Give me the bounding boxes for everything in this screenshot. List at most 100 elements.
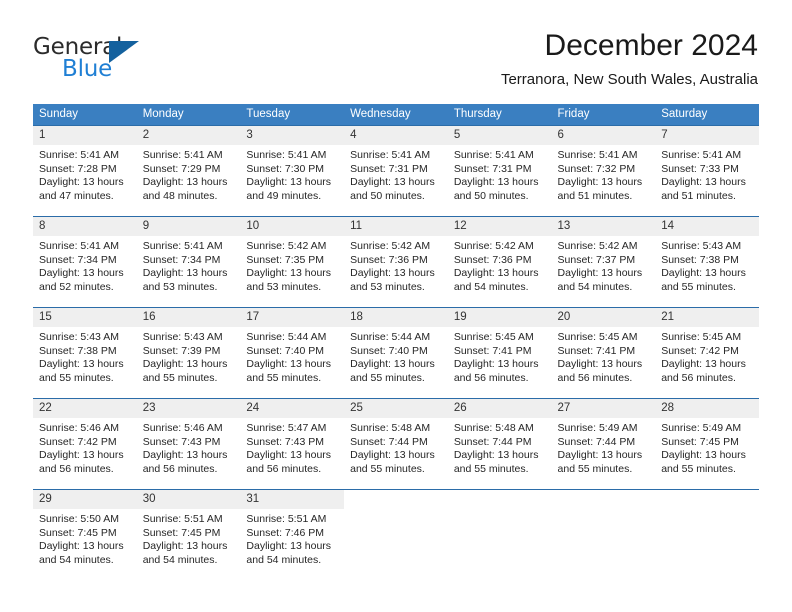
day-cell-inner: 15 Sunrise: 5:43 AM Sunset: 7:38 PM Dayligh…	[33, 308, 137, 398]
day-details: Sunrise: 5:44 AM Sunset: 7:40 PM Daylight:…	[344, 327, 448, 385]
sunrise-text: Sunrise: 5:44 AM	[350, 331, 431, 343]
calendar-day-cell[interactable]: 30 Sunrise: 5:51 AM Sunset: 7:45 PM Dayligh…	[136, 489, 241, 580]
calendar-day-cell[interactable]: 2 Sunrise: 5:41 AM Sunset: 7:29 PM Daylight…	[136, 125, 241, 217]
sunset-text: Sunset: 7:36 PM	[453, 253, 532, 266]
sunset-text: Sunset: 7:38 PM	[39, 344, 117, 357]
calendar-day-cell[interactable]: 14 Sunrise: 5:43 AM Sunset: 7:38 PM Dayligh…	[655, 216, 759, 308]
calendar-day-cell[interactable]: 28 Sunrise: 5:49 AM Sunset: 7:45 PM Dayligh…	[655, 398, 759, 490]
day-number: 17	[240, 308, 345, 327]
calendar-day-cell[interactable]: 20 Sunrise: 5:45 AM Sunset: 7:41 PM Dayligh…	[551, 307, 656, 399]
daylight-text: and 56 minutes.	[453, 371, 529, 384]
daylight-text: Daylight: 13 hours	[350, 358, 435, 371]
day-cell-inner: 22 Sunrise: 5:46 AM Sunset: 7:42 PM Dayligh…	[33, 399, 137, 489]
calendar-day-cell[interactable]: 23 Sunrise: 5:46 AM Sunset: 7:43 PM Dayligh…	[136, 398, 241, 490]
calendar-day-cell[interactable]: 26 Sunrise: 5:48 AM Sunset: 7:44 PM Dayligh…	[447, 398, 552, 490]
daylight-text: and 50 minutes.	[453, 189, 529, 202]
sunrise-text: Sunrise: 5:41 AM	[350, 149, 431, 161]
daylight-text: and 54 minutes.	[557, 280, 633, 293]
day-cell-inner: 14 Sunrise: 5:43 AM Sunset: 7:38 PM Dayligh…	[655, 217, 759, 307]
sunrise-text: Sunrise: 5:45 AM	[453, 331, 534, 343]
sunset-text: Sunset: 7:28 PM	[39, 162, 117, 175]
daylight-text: Daylight: 13 hours	[39, 540, 124, 553]
sunrise-text: Sunrise: 5:50 AM	[39, 513, 119, 525]
calendar-day-cell[interactable]: 13 Sunrise: 5:42 AM Sunset: 7:37 PM Dayligh…	[551, 216, 656, 308]
calendar-day-cell[interactable]: 17 Sunrise: 5:44 AM Sunset: 7:40 PM Dayligh…	[240, 307, 345, 399]
calendar-day-cell[interactable]: 15 Sunrise: 5:43 AM Sunset: 7:38 PM Dayligh…	[33, 307, 137, 399]
day-details: Sunrise: 5:42 AM Sunset: 7:36 PM Daylight:…	[448, 236, 552, 294]
calendar-day-cell[interactable]: 18 Sunrise: 5:44 AM Sunset: 7:40 PM Dayligh…	[344, 307, 448, 399]
calendar-day-cell[interactable]: 11 Sunrise: 5:42 AM Sunset: 7:36 PM Dayligh…	[344, 216, 448, 308]
day-details: Sunrise: 5:41 AM Sunset: 7:29 PM Daylight:…	[137, 145, 241, 203]
sunset-text: Sunset: 7:37 PM	[557, 253, 636, 266]
daylight-text: Daylight: 13 hours	[142, 358, 228, 371]
daylight-text: and 52 minutes.	[39, 280, 114, 293]
day-cell-inner: 2 Sunrise: 5:41 AM Sunset: 7:29 PM Daylight…	[136, 126, 241, 216]
daylight-text: and 56 minutes.	[557, 371, 633, 384]
daylight-text: and 56 minutes.	[39, 462, 114, 475]
calendar-day-cell[interactable]: 16 Sunrise: 5:43 AM Sunset: 7:39 PM Dayligh…	[136, 307, 241, 399]
day-cell-inner: 24 Sunrise: 5:47 AM Sunset: 7:43 PM Dayligh…	[240, 399, 345, 489]
day-cell-inner: 16 Sunrise: 5:43 AM Sunset: 7:39 PM Dayligh…	[136, 308, 241, 398]
logo-triangle-icon	[109, 41, 139, 63]
sunrise-text: Sunrise: 5:45 AM	[661, 331, 742, 343]
calendar-day-cell[interactable]: 21 Sunrise: 5:45 AM Sunset: 7:42 PM Dayligh…	[655, 307, 759, 399]
calendar-day-cell[interactable]: 19 Sunrise: 5:45 AM Sunset: 7:41 PM Dayligh…	[447, 307, 552, 399]
daylight-text: Daylight: 13 hours	[661, 358, 746, 371]
general-blue-logo[interactable]: General Blue	[33, 34, 243, 84]
daylight-text: Daylight: 13 hours	[350, 449, 435, 462]
day-cell-inner: 23 Sunrise: 5:46 AM Sunset: 7:43 PM Dayligh…	[136, 399, 241, 489]
calendar-day-cell[interactable]: 4 Sunrise: 5:41 AM Sunset: 7:31 PM Daylight…	[344, 125, 448, 217]
day-cell-inner: 28 Sunrise: 5:49 AM Sunset: 7:45 PM Dayligh…	[655, 399, 759, 489]
calendar-day-cell[interactable]: 31 Sunrise: 5:51 AM Sunset: 7:46 PM Dayligh…	[240, 489, 345, 580]
calendar-day-cell[interactable]: 8 Sunrise: 5:41 AM Sunset: 7:34 PM Daylight…	[33, 216, 137, 308]
daylight-text: Daylight: 13 hours	[661, 449, 746, 462]
day-number: 27	[551, 399, 656, 418]
day-details: Sunrise: 5:43 AM Sunset: 7:38 PM Daylight:…	[33, 327, 137, 385]
sunset-text: Sunset: 7:29 PM	[142, 162, 221, 175]
sunrise-text: Sunrise: 5:45 AM	[557, 331, 638, 343]
sunset-text: Sunset: 7:40 PM	[350, 344, 428, 357]
sunset-text: Sunset: 7:35 PM	[246, 253, 325, 266]
day-cell-inner: 30 Sunrise: 5:51 AM Sunset: 7:45 PM Dayligh…	[136, 490, 241, 580]
calendar-day-cell[interactable]: 27 Sunrise: 5:49 AM Sunset: 7:44 PM Dayligh…	[551, 398, 656, 490]
day-details	[344, 509, 448, 513]
calendar-day-cell[interactable]	[551, 489, 656, 580]
calendar-week-row: 1 Sunrise: 5:41 AM Sunset: 7:28 PM Daylight…	[33, 125, 759, 217]
sunset-text: Sunset: 7:34 PM	[39, 253, 117, 266]
calendar-day-cell[interactable]: 25 Sunrise: 5:48 AM Sunset: 7:44 PM Dayligh…	[344, 398, 448, 490]
calendar-day-cell[interactable]: 29 Sunrise: 5:50 AM Sunset: 7:45 PM Dayligh…	[33, 489, 137, 580]
daylight-text: Daylight: 13 hours	[246, 358, 332, 371]
daylight-text: and 56 minutes.	[661, 371, 736, 384]
weekday-header-thursday: Thursday	[447, 104, 552, 126]
sunset-text: Sunset: 7:45 PM	[39, 526, 117, 539]
daylight-text: Daylight: 13 hours	[246, 176, 332, 189]
calendar-day-cell[interactable]: 3 Sunrise: 5:41 AM Sunset: 7:30 PM Daylight…	[240, 125, 345, 217]
day-number: 12	[447, 217, 552, 236]
daylight-text: Daylight: 13 hours	[246, 267, 332, 280]
calendar-day-cell[interactable]	[655, 489, 759, 580]
calendar-day-cell[interactable]	[344, 489, 448, 580]
daylight-text: Daylight: 13 hours	[557, 176, 643, 189]
calendar-day-cell[interactable]: 5 Sunrise: 5:41 AM Sunset: 7:31 PM Daylight…	[447, 125, 552, 217]
day-details	[448, 509, 552, 513]
sunrise-text: Sunrise: 5:51 AM	[246, 513, 327, 525]
weekday-header-sunday: Sunday	[33, 104, 137, 126]
sunset-text: Sunset: 7:44 PM	[557, 435, 636, 448]
calendar-day-cell[interactable]: 9 Sunrise: 5:41 AM Sunset: 7:34 PM Daylight…	[136, 216, 241, 308]
daylight-text: Daylight: 13 hours	[142, 267, 228, 280]
calendar-day-cell[interactable]: 12 Sunrise: 5:42 AM Sunset: 7:36 PM Dayligh…	[447, 216, 552, 308]
sunset-text: Sunset: 7:31 PM	[453, 162, 532, 175]
sunrise-text: Sunrise: 5:43 AM	[142, 331, 223, 343]
calendar-day-cell[interactable]: 7 Sunrise: 5:41 AM Sunset: 7:33 PM Daylight…	[655, 125, 759, 217]
day-cell-inner: 25 Sunrise: 5:48 AM Sunset: 7:44 PM Dayligh…	[344, 399, 448, 489]
daylight-text: and 55 minutes.	[39, 371, 114, 384]
calendar-day-cell[interactable]	[447, 489, 552, 580]
daylight-text: Daylight: 13 hours	[453, 358, 539, 371]
calendar-day-cell[interactable]: 10 Sunrise: 5:42 AM Sunset: 7:35 PM Dayligh…	[240, 216, 345, 308]
daylight-text: and 51 minutes.	[661, 189, 736, 202]
calendar-day-cell[interactable]: 22 Sunrise: 5:46 AM Sunset: 7:42 PM Dayligh…	[33, 398, 137, 490]
sunrise-text: Sunrise: 5:49 AM	[661, 422, 742, 434]
calendar-day-cell[interactable]: 24 Sunrise: 5:47 AM Sunset: 7:43 PM Dayligh…	[240, 398, 345, 490]
calendar-day-cell[interactable]: 6 Sunrise: 5:41 AM Sunset: 7:32 PM Daylight…	[551, 125, 656, 217]
calendar-day-cell[interactable]: 1 Sunrise: 5:41 AM Sunset: 7:28 PM Daylight…	[33, 125, 137, 217]
